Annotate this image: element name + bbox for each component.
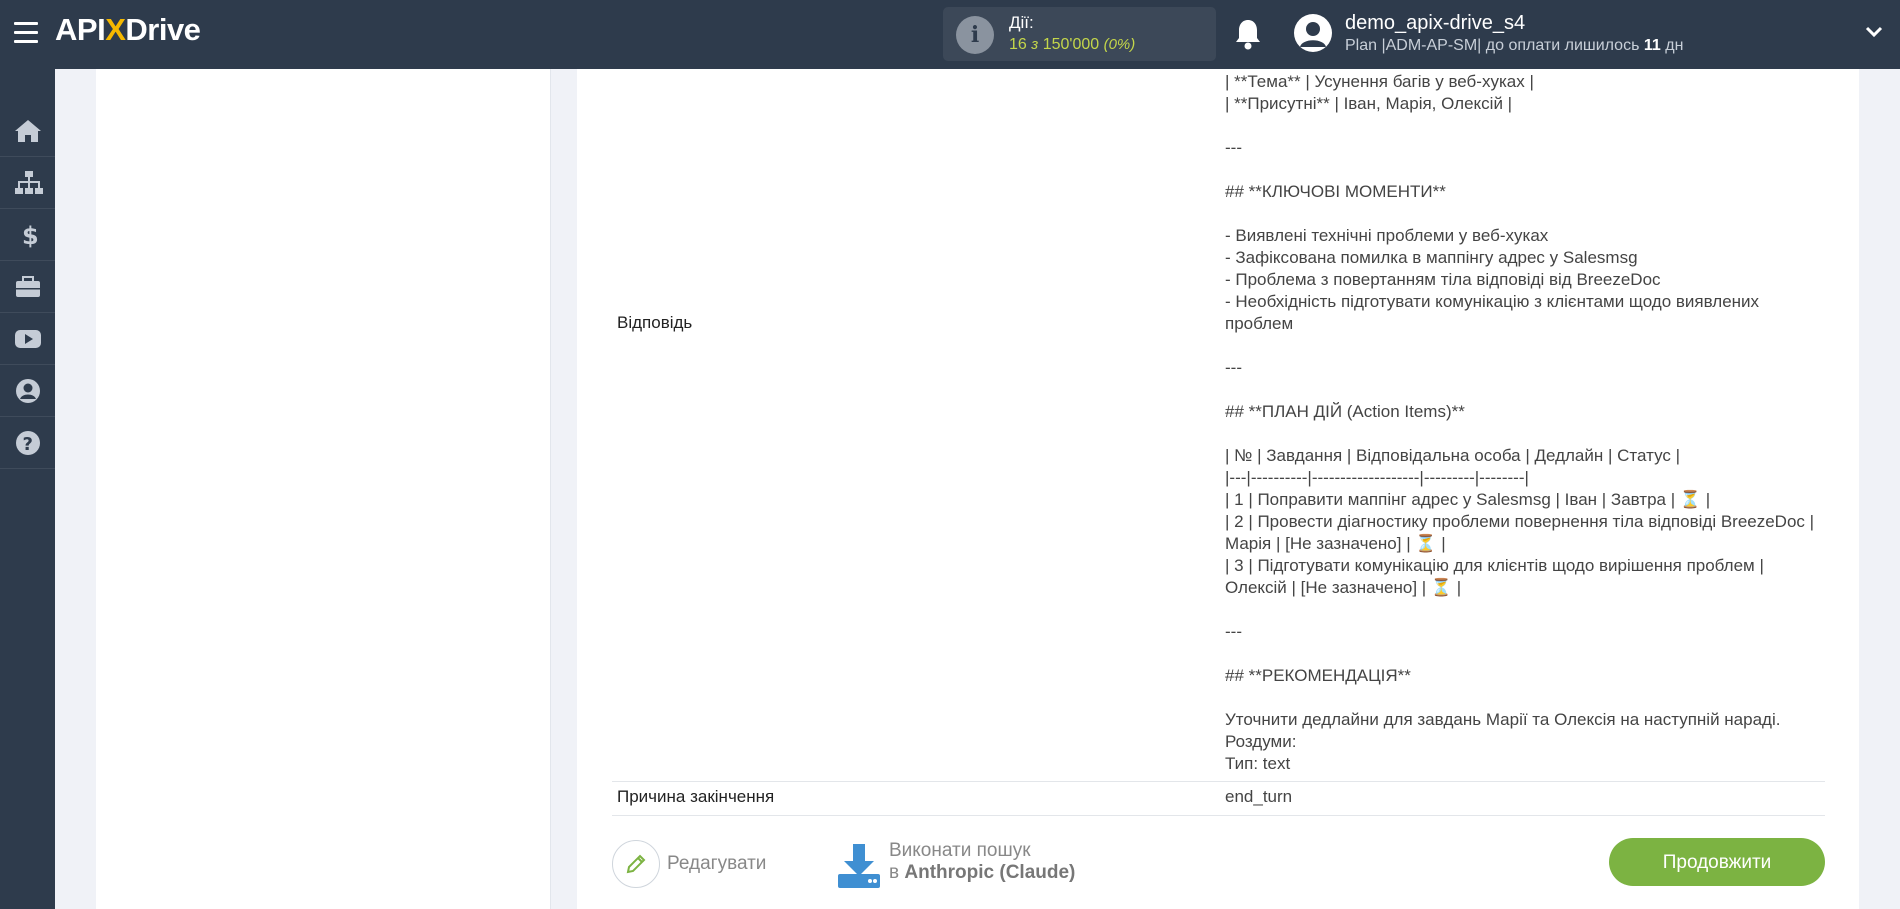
user-icon	[1300, 22, 1326, 47]
youtube-icon	[15, 330, 41, 348]
svg-text:$: $	[22, 222, 39, 248]
top-bar: APIXDrive i Дії: 16 з 150'000 (0%) demo_…	[0, 0, 1900, 69]
download-icon	[838, 844, 880, 888]
svg-text:?: ?	[23, 434, 33, 455]
pencil-icon	[626, 854, 646, 874]
sidebar: $ ?	[0, 69, 55, 909]
sidebar-item-video[interactable]	[0, 313, 55, 365]
user-plan: Plan |ADM-AP-SM| до оплати лишилось 11 д…	[1345, 37, 1684, 54]
sidebar-item-help[interactable]: ?	[0, 417, 55, 469]
continue-button[interactable]: Продовжити	[1609, 838, 1825, 886]
sidebar-item-home[interactable]	[0, 105, 55, 157]
question-icon: ?	[16, 431, 40, 455]
sidebar-item-projects[interactable]	[0, 261, 55, 313]
response-label: Відповідь	[617, 313, 693, 332]
logo-api: API	[55, 12, 106, 47]
row-divider	[612, 781, 1825, 782]
briefcase-icon	[16, 276, 40, 297]
logo-drive: Drive	[125, 12, 201, 47]
home-icon	[15, 120, 41, 142]
search-line1: Виконати пошук	[889, 840, 1031, 861]
edit-button[interactable]: Редагувати	[612, 840, 812, 888]
finish-reason-value: end_turn	[1225, 787, 1293, 806]
menu-icon[interactable]	[14, 22, 38, 44]
sidebar-item-account[interactable]	[0, 365, 55, 417]
sidebar-item-billing[interactable]: $	[0, 209, 55, 261]
edit-circle	[612, 840, 660, 888]
edit-label: Редагувати	[667, 853, 767, 874]
actions-counter: i Дії: 16 з 150'000 (0%)	[943, 7, 1216, 61]
run-search-button[interactable]: Виконати пошук в Anthropic (Claude)	[836, 838, 1096, 892]
chevron-down-icon[interactable]	[1864, 22, 1884, 42]
actions-count: 16 з 150'000 (0%)	[1009, 36, 1136, 53]
sitemap-icon	[15, 171, 43, 194]
dollar-icon: $	[22, 222, 39, 248]
info-icon: i	[956, 16, 994, 54]
avatar[interactable]	[1294, 14, 1332, 52]
row-divider	[612, 815, 1825, 816]
sidebar-item-connections[interactable]	[0, 157, 55, 209]
search-line2: в Anthropic (Claude)	[889, 862, 1076, 883]
logo-x: X	[105, 12, 126, 47]
response-value: | **Тема** | Усунення багів у веб-хуках …	[1225, 72, 1815, 773]
finish-reason-label: Причина закінчення	[617, 787, 775, 806]
user-name[interactable]: demo_apix-drive_s4	[1345, 12, 1525, 35]
user-circle-icon	[16, 379, 40, 403]
bell-icon[interactable]	[1233, 17, 1263, 51]
left-panel	[96, 69, 551, 909]
actions-label: Дії:	[1009, 13, 1034, 32]
logo[interactable]: APIXDrive	[55, 12, 201, 48]
